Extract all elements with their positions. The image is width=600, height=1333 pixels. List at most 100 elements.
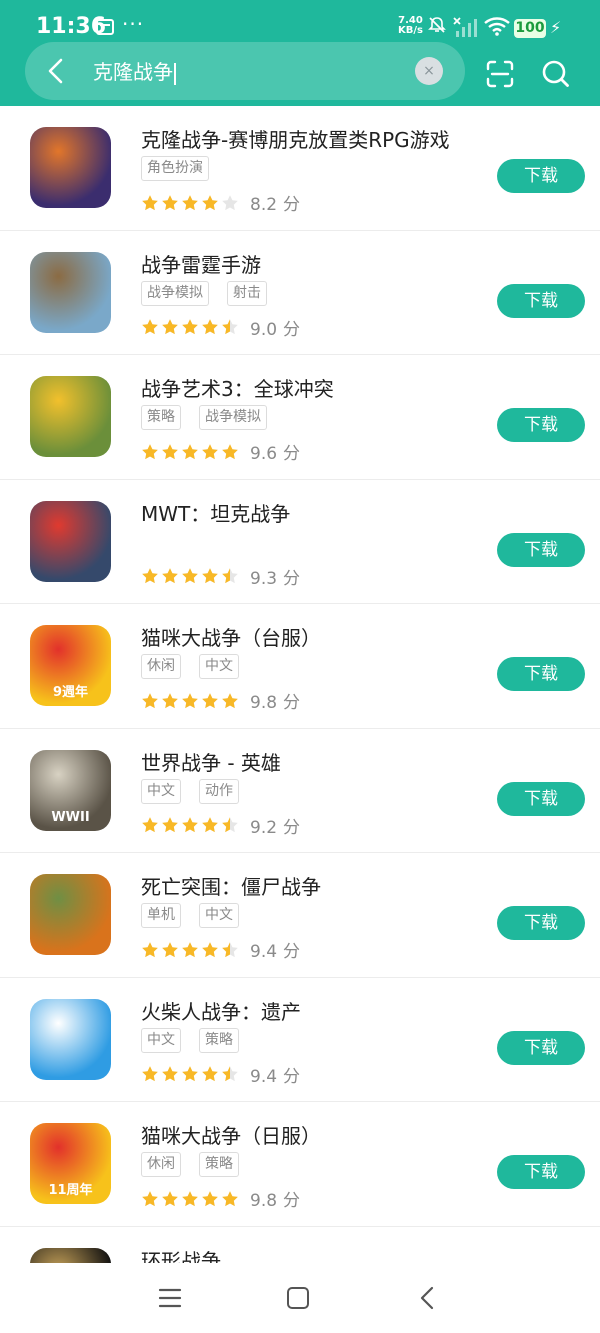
category-tag: 中文 [141,778,181,804]
rating-score: 9.3 分 [250,564,300,589]
star-full-icon [202,817,218,833]
category-tag: 策略 [199,1152,239,1177]
star-full-icon [222,692,238,708]
app-name[interactable]: 克隆战争-赛博朋克放置类RPG游戏 [141,124,450,153]
download-button[interactable]: 下载 [497,657,585,691]
star-full-icon [182,319,198,335]
list-item[interactable]: 战争艺术3：全球冲突 策略 战争模拟 9.6 分 下载 [0,355,600,480]
clear-search-button[interactable]: × [415,57,443,85]
star-full-icon [162,443,178,459]
star-full-icon [162,194,178,210]
ring-app-icon[interactable] [30,1247,111,1263]
rating-score-value: 9.3 [250,568,278,589]
list-item[interactable]: 火柴人战争：遗产 中文 策略 9.4 分 下载 [0,978,600,1102]
rating-score-unit: 分 [283,1191,301,1211]
app-name[interactable]: 火柴人战争：遗产 [141,996,301,1025]
star-full-icon [142,941,158,957]
search-box[interactable] [25,42,465,100]
home-icon[interactable] [287,1287,309,1309]
star-empty-icon [222,194,238,210]
search-input[interactable]: 克隆战争 [93,59,176,85]
scan-icon[interactable] [486,60,514,88]
star-full-icon [222,1190,238,1206]
rating-score-unit: 分 [283,319,301,340]
pumpkin-robot-app-icon[interactable] [30,127,111,208]
category-tag: 中文 [199,903,239,928]
tank-6v6-app-icon[interactable] [30,500,111,582]
tag-list: 休闲 策略 [141,1152,239,1177]
app-name[interactable]: 战争艺术3：全球冲突 [141,373,334,402]
star-full-icon [202,1190,218,1206]
rating-score: 9.4 分 [250,937,300,962]
cat-11-app-icon[interactable]: 11周年 [30,1123,111,1204]
category-tag: 战争模拟 [141,280,209,306]
list-item[interactable]: 9週年 猫咪大战争（台服） 休闲 中文 9.8 分 下载 [0,604,600,729]
star-full-icon [142,692,158,708]
download-button[interactable]: 下载 [497,408,585,442]
rating-score-unit: 分 [283,1066,301,1087]
rating: 9.2 分 [141,813,300,838]
download-button[interactable]: 下载 [497,781,585,816]
back-arrow-icon[interactable] [44,57,68,85]
list-item[interactable]: 克隆战争-赛博朋克放置类RPG游戏角色扮演 8.2 分 下载 [0,106,600,231]
soldier-wwii-app-icon[interactable]: WWII [30,749,111,831]
tag-list: 角色扮演 [141,156,209,181]
star-half-icon [222,1066,238,1082]
search-icon[interactable] [540,58,572,90]
star-full-icon [202,319,218,335]
download-button[interactable]: 下载 [497,906,585,940]
star-rating [141,443,239,461]
category-tag: 策略 [199,1027,239,1053]
star-rating [141,692,239,710]
app-name[interactable]: 环形战争 [141,1245,221,1264]
tank-app-icon[interactable] [30,251,111,333]
rating: 9.8 分 [141,688,300,713]
app-name[interactable]: 死亡突围：僵尸战争 [141,871,321,900]
star-rating [141,318,239,336]
network-speed: 7.40 KB/s [398,16,423,36]
rating-score: 9.8 分 [250,688,300,713]
star-full-icon [182,568,198,584]
star-full-icon [162,568,178,584]
signal-icon [453,17,477,37]
charging-icon: ⚡ [550,18,562,37]
download-button[interactable]: 下载 [497,1030,585,1065]
list-item[interactable]: MWT：坦克战争 9.3 分 下载 [0,480,600,604]
star-full-icon [142,443,158,459]
cat-9-app-icon[interactable]: 9週年 [30,625,111,706]
navigation-bar [0,1263,600,1333]
battlefield-app-icon[interactable] [30,376,111,457]
list-item[interactable]: 战争雷霆手游 战争模拟 射击 9.0 分 下载 [0,231,600,355]
star-rating [141,816,239,834]
app-icon-badge: 9週年 [52,685,89,700]
download-button[interactable]: 下载 [497,532,585,567]
list-item[interactable]: 环形战争 [0,1227,600,1264]
app-name[interactable]: 猫咪大战争（台服） [141,622,321,651]
app-name[interactable]: 世界战争 - 英雄 [141,747,281,776]
app-name[interactable]: 战争雷霆手游 [141,249,261,278]
rating-score-value: 9.0 [250,319,278,340]
rating: 8.2 分 [141,190,300,215]
rating-score-unit: 分 [283,942,301,962]
star-full-icon [162,1066,178,1082]
stickman-app-icon[interactable] [30,998,111,1080]
download-button[interactable]: 下载 [497,1155,585,1189]
rating-score: 9.0 分 [250,315,300,340]
list-item[interactable]: 死亡突围：僵尸战争 单机 中文 9.4 分 下载 [0,853,600,978]
nav-back-icon[interactable] [418,1286,436,1310]
list-item[interactable]: WWII 世界战争 - 英雄 中文 动作 9.2 分 下载 [0,729,600,853]
app-name[interactable]: MWT：坦克战争 [141,498,290,527]
menu-icon[interactable] [158,1287,182,1309]
rating: 9.4 分 [141,937,300,962]
rating-score-unit: 分 [283,444,301,464]
app-name[interactable]: 猫咪大战争（日服） [141,1120,321,1149]
category-tag: 中文 [141,1027,181,1053]
zombie-app-icon[interactable] [30,874,111,955]
list-item[interactable]: 11周年 猫咪大战争（日服） 休闲 策略 9.8 分 下载 [0,1102,600,1227]
rating: 9.6 分 [141,439,300,464]
network-speed-unit: KB/s [398,25,423,36]
download-button[interactable]: 下载 [497,159,585,193]
star-full-icon [142,194,158,210]
download-button[interactable]: 下载 [497,283,585,318]
star-full-icon [182,1066,198,1082]
